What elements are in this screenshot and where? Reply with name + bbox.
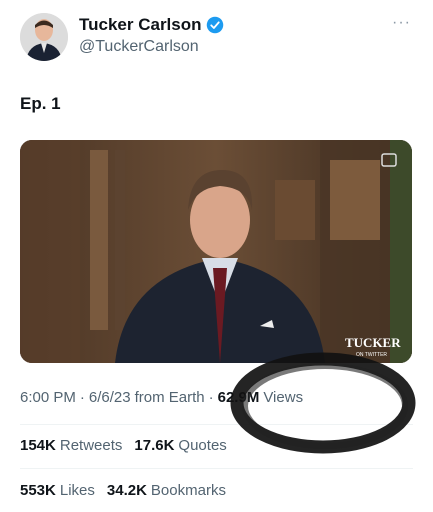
avatar-image <box>20 13 68 61</box>
author-name-row: Tucker Carlson <box>79 15 224 35</box>
author-avatar[interactable] <box>20 13 68 61</box>
likes-stat[interactable]: 553K Likes <box>20 482 95 499</box>
bookmarks-label: Bookmarks <box>150 482 226 499</box>
divider <box>20 468 413 469</box>
quotes-stat[interactable]: 17.6K Quotes <box>134 437 226 454</box>
tweet-source: from Earth <box>134 389 205 406</box>
tweet-time[interactable]: 6:00 PM <box>20 389 76 406</box>
meta-separator: · <box>79 389 85 406</box>
likes-label: Likes <box>59 482 95 499</box>
likes-count: 553K <box>20 482 56 499</box>
author-name[interactable]: Tucker Carlson <box>79 15 202 35</box>
tweet-text: Ep. 1 <box>20 94 61 113</box>
tweet-meta: 6:00 PM · 6/6/23 from Earth · 62.9M View… <box>20 389 303 406</box>
author-handle[interactable]: @TuckerCarlson <box>79 38 199 56</box>
engagement-row-likes: 553K Likes 34.2K Bookmarks <box>20 482 226 499</box>
retweets-count: 154K <box>20 437 56 454</box>
views-label: Views <box>263 389 304 406</box>
meta-separator: · <box>208 389 214 406</box>
engagement-row-shares: 154K Retweets 17.6K Quotes <box>20 437 227 454</box>
divider <box>20 424 413 425</box>
more-options-icon[interactable]: ··· <box>392 14 411 32</box>
quotes-count: 17.6K <box>134 437 175 454</box>
retweets-label: Retweets <box>59 437 123 454</box>
video-player[interactable]: TUCKER ON TWITTER <box>20 140 412 363</box>
retweets-stat[interactable]: 154K Retweets <box>20 437 122 454</box>
quotes-label: Quotes <box>178 437 227 454</box>
video-thumbnail: TUCKER ON TWITTER <box>20 140 412 363</box>
video-watermark-sub: ON TWITTER <box>356 352 387 358</box>
tweet-date[interactable]: 6/6/23 <box>89 389 131 406</box>
bookmarks-count: 34.2K <box>106 482 147 499</box>
video-watermark: TUCKER <box>345 335 401 350</box>
views-count: 62.9M <box>217 389 260 406</box>
bookmarks-stat[interactable]: 34.2K Bookmarks <box>107 482 226 499</box>
verified-badge-icon <box>206 16 223 34</box>
